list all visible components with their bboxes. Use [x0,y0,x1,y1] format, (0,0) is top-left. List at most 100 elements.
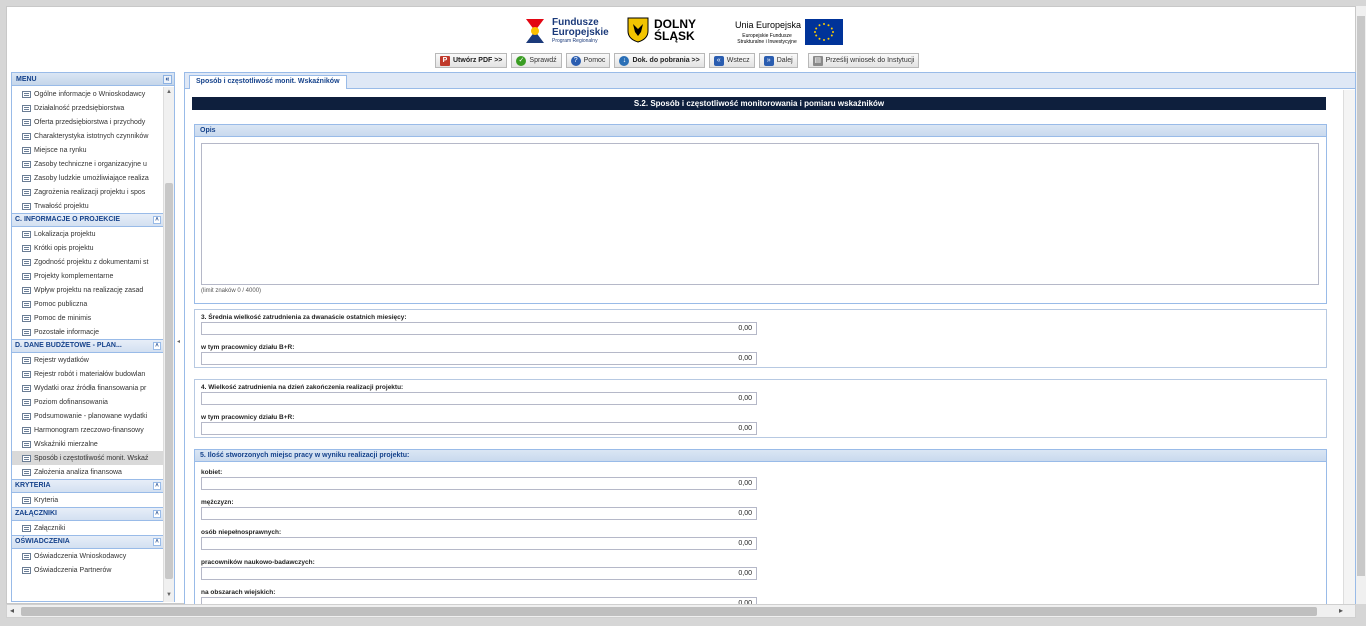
send-application-button[interactable]: ▤ Prześlij wniosek do Instytucji [807,53,920,68]
form-icon [22,258,31,266]
splitter-handle[interactable]: ◂ [177,72,183,602]
section-header-dane-budzetowe[interactable]: D. DANE BUDŻETOWE - PLAN... ˄ [12,339,164,353]
sidebar-item[interactable]: Krótki opis projektu [12,241,164,255]
sidebar-item[interactable]: Wydatki oraz źródła finansowania pr [12,381,164,395]
end-employment-label: 4. Wielkość zatrudnienia na dzień zakońc… [201,384,404,391]
sidebar-item[interactable]: Charakterystyka istotnych czynników [12,129,164,143]
sidebar-item-active[interactable]: Sposób i częstotliwość monit. Wskaź [12,451,164,465]
download-docs-button[interactable]: ↓ Dok. do pobrania >> [614,53,705,68]
sidebar-item[interactable]: Miejsce na rynku [12,143,164,157]
window-vertical-scrollbar[interactable] [1356,6,1366,604]
sidebar-item[interactable]: Wpływ projektu na realizację zasad [12,283,164,297]
form-icon [22,286,31,294]
sidebar-item[interactable]: Ogólne informacje o Wnioskodawcy [12,87,164,101]
back-button[interactable]: « Wstecz [708,53,755,68]
end-rd-employees-input[interactable]: 0,00 [201,422,757,435]
sidebar-item-label: Projekty komplementarne [34,272,114,280]
sidebar-item[interactable]: Harmonogram rzeczowo-finansowy [12,423,164,437]
section-title: C. INFORMACJE O PROJEKCIE [15,216,121,223]
next-button[interactable]: » Dalej [758,53,798,68]
sidebar-item-label: Krótki opis projektu [34,244,94,252]
sidebar-item[interactable]: Zagrożenia realizacji projektu i spos [12,185,164,199]
scroll-up-icon[interactable]: ▲ [165,89,173,97]
fe-flag-icon [522,17,548,45]
sidebar-item[interactable]: Trwałość projektu [12,199,164,213]
disabled-input[interactable]: 0,00 [201,537,757,550]
collapse-section-icon[interactable]: ˄ [153,538,161,546]
sidebar-item-label: Poziom dofinansowania [34,398,108,406]
sidebar-item-label: Zagrożenia realizacji projektu i spos [34,188,146,196]
sidebar-item[interactable]: Kryteria [12,493,164,507]
tab-monitoring[interactable]: Sposób i częstotliwość monit. Wskaźników [189,75,347,89]
sidebar-item-label: Rejestr robót i materiałów budowlan [34,370,146,378]
sidebar-item[interactable]: Lokalizacja projektu [12,227,164,241]
sidebar-item[interactable]: Pomoc publiczna [12,297,164,311]
men-input[interactable]: 0,00 [201,507,757,520]
sidebar-item[interactable]: Oświadczenia Partnerów [12,563,164,577]
sidebar-item[interactable]: Oferta przedsiębiorstwa i przychody [12,115,164,129]
men-label: mężczyzn: [201,499,234,506]
help-button[interactable]: ? Pomoc [565,53,611,68]
form-icon [22,398,31,406]
section-header-kryteria[interactable]: KRYTERIA ˄ [12,479,164,493]
sidebar-item[interactable]: Pozostałe informacje [12,325,164,339]
employment-end-fieldset: 4. Wielkość zatrudnienia na dzień zakońc… [194,379,1327,438]
sidebar-item[interactable]: Działalność przedsiębiorstwa [12,101,164,115]
rd-employees-input[interactable]: 0,00 [201,352,757,365]
sidebar-item[interactable]: Wskaźniki mierzalne [12,437,164,451]
collapse-section-icon[interactable]: ˄ [153,510,161,518]
researchers-input[interactable]: 0,00 [201,567,757,580]
end-employment-input[interactable]: 0,00 [201,392,757,405]
collapse-section-icon[interactable]: ˄ [153,482,161,490]
scroll-down-icon[interactable]: ▼ [165,592,173,600]
sidebar-item-label: Zasoby techniczne i organizacyjne u [34,160,147,168]
fundusze-europejskie-logo: Fundusze Europejskie Program Regionalny [522,15,622,51]
form-icon [22,272,31,280]
hscroll-thumb[interactable] [21,607,1317,616]
rd-employees-label: w tym pracownicy działu B+R: [201,344,295,351]
collapse-section-icon[interactable]: ˄ [153,342,161,350]
form-icon [22,468,31,476]
collapse-arrow-icon[interactable]: ◂ [177,338,180,345]
sidebar-item[interactable]: Zasoby techniczne i organizacyjne u [12,157,164,171]
opis-textarea[interactable] [201,143,1319,285]
section-header-informacje[interactable]: C. INFORMACJE O PROJEKCIE ˄ [12,213,164,227]
sidebar-item[interactable]: Zasoby ludzkie umożliwiające realiza [12,171,164,185]
sidebar-scroll-thumb[interactable] [165,183,173,579]
dolny-slask-logo: DOLNY ŚLĄSK [627,17,717,49]
sidebar-item[interactable]: Rejestr robót i materiałów budowlan [12,367,164,381]
sidebar-header: MENU « [12,73,174,86]
section-header-zalaczniki[interactable]: ZAŁĄCZNIKI ˄ [12,507,164,521]
disabled-label: osób niepełnosprawnych: [201,529,282,536]
avg-employment-input[interactable]: 0,00 [201,322,757,335]
scroll-right-icon[interactable]: ▸ [1339,606,1343,615]
sidebar-title: MENU [16,75,37,83]
sidebar-item[interactable]: Założenia analiza finansowa [12,465,164,479]
section-header-oswiadczenia[interactable]: OŚWIADCZENIA ˄ [12,535,164,549]
sidebar-item[interactable]: Rejestr wydatków [12,353,164,367]
help-icon: ? [570,55,581,66]
main-scrollbar[interactable] [1343,90,1355,605]
window-horizontal-scrollbar[interactable]: ◂ ▸ [6,604,1356,618]
women-input[interactable]: 0,00 [201,477,757,490]
sidebar-item[interactable]: Załączniki [12,521,164,535]
create-pdf-button[interactable]: P Utwórz PDF >> [435,53,508,68]
scroll-left-icon[interactable]: ◂ [10,606,14,615]
sidebar-item[interactable]: Zgodność projektu z dokumentami st [12,255,164,269]
form-icon [22,188,31,196]
form-icon [22,202,31,210]
check-button[interactable]: ✓ Sprawdź [511,53,562,68]
collapse-section-icon[interactable]: ˄ [153,216,161,224]
fe-title: Fundusze Europejskie [552,17,609,38]
sidebar-item[interactable]: Pomoc de minimis [12,311,164,325]
main-panel: Sposób i częstotliwość monit. Wskaźników… [184,72,1356,605]
collapse-sidebar-icon[interactable]: « [163,75,172,84]
sidebar-scrollbar[interactable]: ▲ ▼ [163,87,174,602]
sidebar-item[interactable]: Oświadczenia Wnioskodawcy [12,549,164,563]
sidebar-item[interactable]: Poziom dofinansowania [12,395,164,409]
sidebar-list: Ogólne informacje o Wnioskodawcy Działal… [12,87,164,602]
help-label: Pomoc [583,57,606,64]
window-vscroll-thumb[interactable] [1357,16,1365,576]
sidebar-item[interactable]: Projekty komplementarne [12,269,164,283]
sidebar-item[interactable]: Podsumowanie - planowane wydatki [12,409,164,423]
